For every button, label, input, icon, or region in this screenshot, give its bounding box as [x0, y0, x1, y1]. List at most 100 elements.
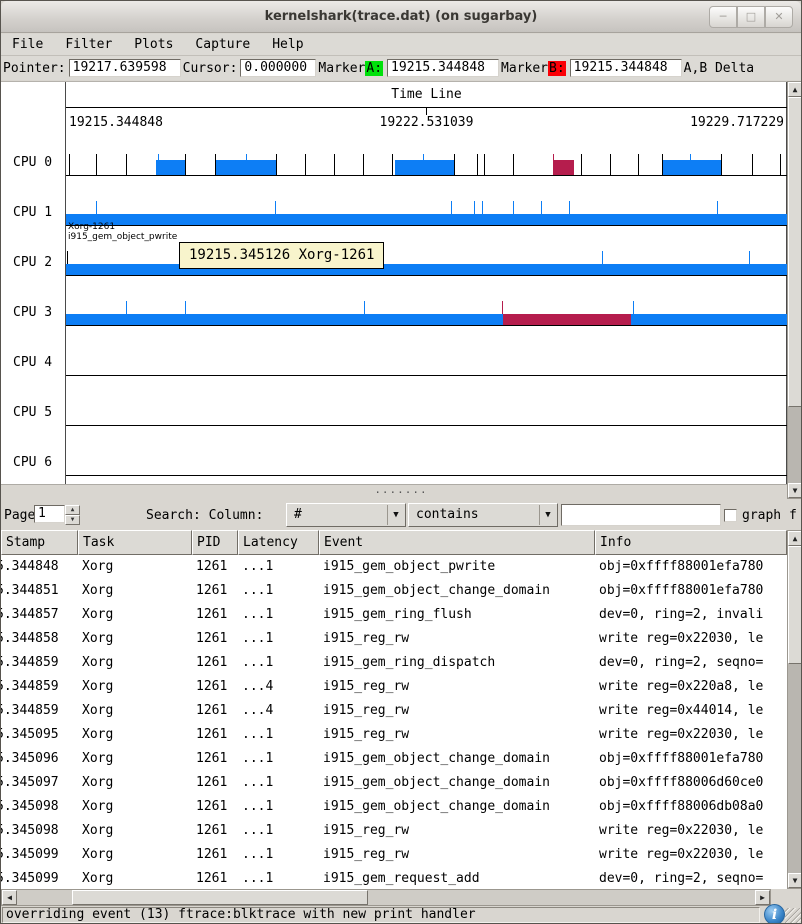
spin-down-icon[interactable]: ▼ [65, 515, 80, 525]
graph-follows-checkbox[interactable] [724, 509, 737, 522]
marker-event-annotation: i915_gem_object_pwrite [68, 233, 177, 242]
cell-pid: 1261 [192, 651, 238, 675]
table-row[interactable]: 5.344858Xorg1261...1i915_reg_rwwrite reg… [1, 627, 787, 651]
cell-stamp: 5.345095 [1, 723, 78, 747]
cell-latency: ...1 [238, 867, 319, 889]
cell-latency: ...1 [238, 771, 319, 795]
scroll-left-icon[interactable]: ◀ [2, 890, 17, 905]
event-tick [633, 301, 634, 314]
cell-pid: 1261 [192, 579, 238, 603]
window-titlebar[interactable]: kernelshark(trace.dat) (on sugarbay) ─ □… [1, 1, 801, 33]
table-row[interactable]: 5.345097Xorg1261...1i915_gem_object_chan… [1, 771, 787, 795]
sched-segment [553, 160, 574, 175]
column-header-latency[interactable]: Latency [238, 530, 319, 555]
scroll-up-icon[interactable]: ▲ [788, 82, 802, 97]
chevron-down-icon: ▼ [539, 505, 556, 525]
search-input[interactable] [561, 504, 721, 526]
minimize-icon[interactable]: ─ [709, 6, 737, 28]
graph-vscroll-trough[interactable] [788, 407, 802, 483]
menu-filter[interactable]: Filter [54, 35, 123, 54]
cell-event: i915_gem_object_change_domain [319, 795, 595, 819]
timeline-canvas[interactable]: Time Line 19215.344848 19222.531039 1922… [1, 81, 787, 484]
cell-event: i915_gem_object_pwrite [319, 555, 595, 579]
close-icon[interactable]: ✕ [765, 6, 793, 28]
table-row[interactable]: 5.345095Xorg1261...1i915_reg_rwwrite reg… [1, 723, 787, 747]
window-controls: ─ □ ✕ [709, 6, 793, 28]
menu-plots[interactable]: Plots [123, 35, 184, 54]
maximize-icon[interactable]: □ [737, 6, 765, 28]
table-vscroll-thumb[interactable] [788, 546, 802, 664]
scroll-down-icon[interactable]: ▼ [788, 483, 802, 498]
cell-info: write reg=0x22030, le [595, 819, 787, 843]
menubar: FileFilterPlotsCaptureHelp [1, 34, 801, 56]
cursor-label: Cursor: [183, 61, 238, 76]
cell-latency: ...1 [238, 843, 319, 867]
event-tick [246, 154, 247, 175]
cell-info: dev=0, ring=2, seqno= [595, 867, 787, 889]
column-header-event[interactable]: Event [319, 530, 595, 555]
menu-help[interactable]: Help [261, 35, 314, 54]
table-row[interactable]: 5.344859Xorg1261...4i915_reg_rwwrite reg… [1, 675, 787, 699]
cpu-label: CPU 3 [13, 305, 63, 321]
graph-vscroll-thumb[interactable] [788, 97, 802, 407]
event-tick [185, 154, 186, 175]
event-tick [749, 251, 750, 264]
table-row[interactable]: 5.344851Xorg1261...1i915_gem_object_chan… [1, 579, 787, 603]
column-header-pid[interactable]: PID [192, 530, 238, 555]
table-row[interactable]: 5.344857Xorg1261...1i915_gem_ring_flushd… [1, 603, 787, 627]
cell-pid: 1261 [192, 795, 238, 819]
column-select[interactable]: # ▼ [286, 503, 406, 527]
table-row[interactable]: 5.344859Xorg1261...4i915_reg_rwwrite reg… [1, 699, 787, 723]
table-row[interactable]: 5.344848Xorg1261...1i915_gem_object_pwri… [1, 555, 787, 579]
graph-vscrollbar[interactable]: ▲ ▼ [787, 81, 802, 499]
match-select[interactable]: contains ▼ [408, 503, 558, 527]
cell-pid: 1261 [192, 699, 238, 723]
event-tick [610, 154, 611, 175]
marker-b-label: Marker [501, 61, 548, 76]
cpu-baseline [66, 175, 787, 176]
cell-event: i915_reg_rw [319, 819, 595, 843]
table-row[interactable]: 5.345098Xorg1261...1i915_gem_object_chan… [1, 795, 787, 819]
table-row[interactable]: 5.345098Xorg1261...1i915_reg_rwwrite reg… [1, 819, 787, 843]
column-header-stamp[interactable]: Stamp [1, 530, 78, 555]
spin-up-icon[interactable]: ▲ [65, 505, 80, 515]
cell-pid: 1261 [192, 867, 238, 889]
cell-latency: ...1 [238, 555, 319, 579]
cell-stamp: 5.345099 [1, 843, 78, 867]
cell-pid: 1261 [192, 675, 238, 699]
cursor-value: 0.000000 [240, 59, 316, 77]
cell-event: i915_gem_object_change_domain [319, 747, 595, 771]
event-tick [185, 301, 186, 314]
event-tick [305, 154, 306, 175]
page-label: Page [4, 508, 35, 523]
scroll-up-icon[interactable]: ▲ [788, 531, 802, 546]
resize-grip[interactable] [785, 908, 801, 924]
scroll-down-icon[interactable]: ▼ [788, 873, 802, 888]
column-header-task[interactable]: Task [78, 530, 192, 555]
table-hscroll-thumb[interactable] [72, 890, 368, 905]
pane-splitter[interactable]: ······· [1, 484, 787, 501]
table-row[interactable]: 5.344859Xorg1261...1i915_gem_ring_dispat… [1, 651, 787, 675]
info-icon[interactable]: i [764, 904, 785, 924]
menu-file[interactable]: File [1, 35, 54, 54]
table-row[interactable]: 5.345099Xorg1261...1i915_gem_request_add… [1, 867, 787, 889]
cell-latency: ...1 [238, 747, 319, 771]
table-vscroll-trough[interactable] [788, 664, 802, 873]
scroll-right-icon[interactable]: ▶ [755, 890, 770, 905]
column-header-info[interactable]: Info [595, 530, 787, 555]
cell-task: Xorg [78, 579, 192, 603]
table-vscrollbar[interactable]: ▲ ▼ [787, 530, 802, 889]
event-tick [484, 154, 485, 175]
cell-task: Xorg [78, 603, 192, 627]
table-row[interactable]: 5.345099Xorg1261...1i915_reg_rwwrite reg… [1, 843, 787, 867]
table-row[interactable]: 5.345096Xorg1261...1i915_gem_object_chan… [1, 747, 787, 771]
event-tick [96, 201, 97, 214]
table-hscrollbar[interactable]: ◀ ▶ [1, 889, 771, 906]
event-tick [513, 154, 514, 175]
cell-task: Xorg [78, 747, 192, 771]
sched-segment [156, 160, 185, 175]
cell-info: write reg=0x22030, le [595, 627, 787, 651]
sched-segment [662, 160, 721, 175]
page-input[interactable]: 1 [34, 505, 65, 523]
menu-capture[interactable]: Capture [184, 35, 261, 54]
